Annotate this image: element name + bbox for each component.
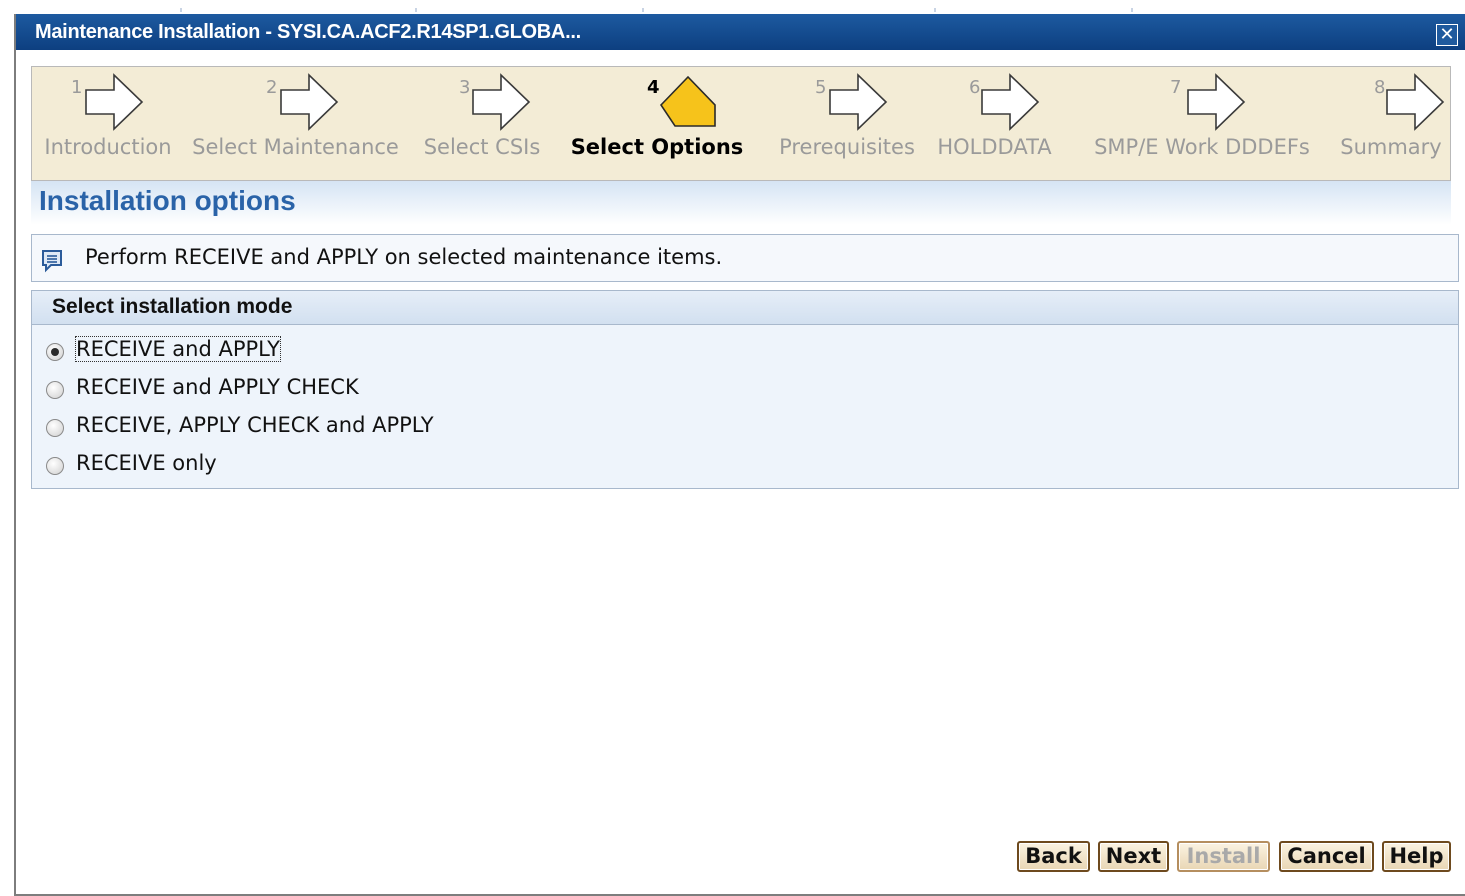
title-bar[interactable]: Maintenance Installation - SYSI.CA.ACF2.… (16, 14, 1465, 50)
step-number: 7 (1170, 77, 1182, 98)
section-header: Installation options (31, 181, 1451, 225)
wizard-step-select-options[interactable]: 4 Select Options (557, 67, 757, 180)
step-number: 1 (71, 77, 83, 98)
radio-label[interactable]: RECEIVE and APPLY (75, 336, 281, 362)
step-label: Select Maintenance (192, 135, 399, 159)
radio-label[interactable]: RECEIVE and APPLY CHECK (76, 375, 359, 399)
window-title: Maintenance Installation - SYSI.CA.ACF2.… (35, 21, 581, 43)
radio-button[interactable] (46, 343, 64, 361)
arrow-icon (85, 73, 144, 131)
radio-button[interactable] (46, 381, 64, 399)
arrow-icon (280, 73, 339, 131)
arrow-icon (1187, 73, 1246, 131)
step-number: 8 (1374, 77, 1386, 98)
section-title: Installation options (39, 185, 296, 216)
close-icon[interactable]: ✕ (1436, 24, 1458, 46)
install-button[interactable]: Install (1177, 841, 1270, 872)
step-number: 3 (459, 77, 471, 98)
step-number: 6 (969, 77, 981, 98)
wizard-step-smpe-work-dddefs[interactable]: 7 SMP/E Work DDDEFs (1082, 67, 1322, 180)
arrow-down-icon (659, 75, 716, 127)
background-page-strip (0, 0, 1465, 14)
install-mode-header: Select installation mode (32, 291, 1458, 325)
maintenance-installation-dialog: Maintenance Installation - SYSI.CA.ACF2.… (14, 14, 1465, 896)
step-label: Prerequisites (779, 135, 915, 159)
cancel-button[interactable]: Cancel (1279, 841, 1374, 872)
arrow-icon (1386, 73, 1445, 131)
radio-label[interactable]: RECEIVE only (76, 451, 217, 475)
step-label: SMP/E Work DDDEFs (1094, 135, 1310, 159)
install-mode-title: Select installation mode (52, 295, 293, 318)
info-message: Perform RECEIVE and APPLY on selected ma… (31, 234, 1459, 282)
arrow-icon (981, 73, 1040, 131)
step-label: HOLDDATA (937, 135, 1052, 159)
wizard-step-select-maintenance[interactable]: 2 Select Maintenance (184, 67, 407, 180)
step-label: Select Options (570, 135, 744, 159)
help-button[interactable]: Help (1382, 841, 1451, 872)
wizard-step-prerequisites[interactable]: 5 Prerequisites (772, 67, 922, 180)
step-label: Summary (1340, 135, 1442, 159)
step-number: 2 (266, 77, 278, 98)
step-label: Introduction (44, 135, 172, 159)
info-text: Perform RECEIVE and APPLY on selected ma… (85, 245, 723, 269)
wizard-step-summary[interactable]: 8 Summary (1332, 67, 1450, 180)
wizard-step-introduction[interactable]: 1 Introduction (32, 67, 184, 180)
wizard-step-bar: 1 Introduction 2 Select Maintenance 3 Se… (31, 66, 1451, 181)
radio-button[interactable] (46, 457, 64, 475)
message-icon (42, 250, 62, 273)
radio-button[interactable] (46, 419, 64, 437)
next-button[interactable]: Next (1098, 841, 1169, 872)
wizard-step-holddata[interactable]: 6 HOLDDATA (927, 67, 1062, 180)
arrow-icon (472, 73, 531, 131)
step-label: Select CSIs (423, 135, 541, 159)
install-mode-group: Select installation mode RECEIVE and APP… (31, 290, 1459, 489)
arrow-icon (829, 73, 888, 131)
wizard-step-select-csis[interactable]: 3 Select CSIs (407, 67, 557, 180)
step-number: 5 (815, 77, 827, 98)
radio-label[interactable]: RECEIVE, APPLY CHECK and APPLY (76, 413, 434, 437)
back-button[interactable]: Back (1017, 841, 1090, 872)
